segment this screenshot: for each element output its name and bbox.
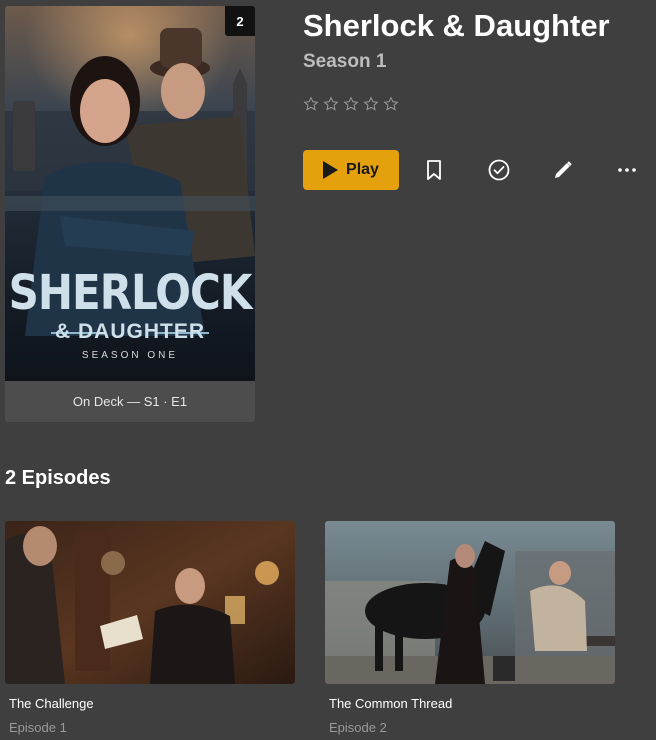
episode-card[interactable]: The Challenge Episode 1 [5, 521, 295, 735]
episode-number: Episode 2 [329, 720, 387, 735]
episode-title[interactable]: The Common Thread [329, 696, 452, 711]
star-icon[interactable] [383, 96, 399, 112]
poster-title-line1: SHERLOCK [8, 264, 253, 321]
star-icon[interactable] [363, 96, 379, 112]
edit-icon[interactable] [551, 158, 575, 182]
episode-2-still [325, 521, 615, 684]
season-title: Season 1 [303, 51, 387, 72]
check-circle-icon[interactable] [487, 158, 511, 182]
unwatched-count-badge: 2 [225, 6, 255, 36]
star-rating[interactable] [303, 96, 399, 112]
play-button-label: Play [346, 161, 379, 178]
poster-title-line2: & DAUGHTER [55, 320, 205, 343]
episode-card[interactable]: The Common Thread Episode 2 [325, 521, 615, 735]
on-deck-label[interactable]: On Deck — S1 · E1 [5, 381, 255, 422]
star-icon[interactable] [343, 96, 359, 112]
episode-thumbnail[interactable] [325, 521, 615, 684]
episode-thumbnail[interactable] [5, 521, 295, 684]
episode-1-still [5, 521, 295, 684]
star-icon[interactable] [323, 96, 339, 112]
poster-title-line3: SEASON ONE [81, 350, 179, 361]
play-icon [323, 161, 339, 179]
play-button[interactable]: Play [303, 150, 399, 190]
star-icon[interactable] [303, 96, 319, 112]
episodes-section-title: 2 Episodes [5, 467, 111, 489]
season-poster-card[interactable]: SHERLOCK & DAUGHTER SEASON ONE 2 On Deck… [5, 6, 255, 422]
more-icon[interactable] [615, 158, 639, 182]
season-page: SHERLOCK & DAUGHTER SEASON ONE 2 On Deck… [0, 0, 656, 740]
show-title[interactable]: Sherlock & Daughter [303, 8, 610, 44]
bookmark-icon[interactable] [422, 158, 446, 182]
episode-title[interactable]: The Challenge [9, 696, 94, 711]
season-poster-image: SHERLOCK & DAUGHTER SEASON ONE [5, 6, 255, 381]
episode-number: Episode 1 [9, 720, 67, 735]
